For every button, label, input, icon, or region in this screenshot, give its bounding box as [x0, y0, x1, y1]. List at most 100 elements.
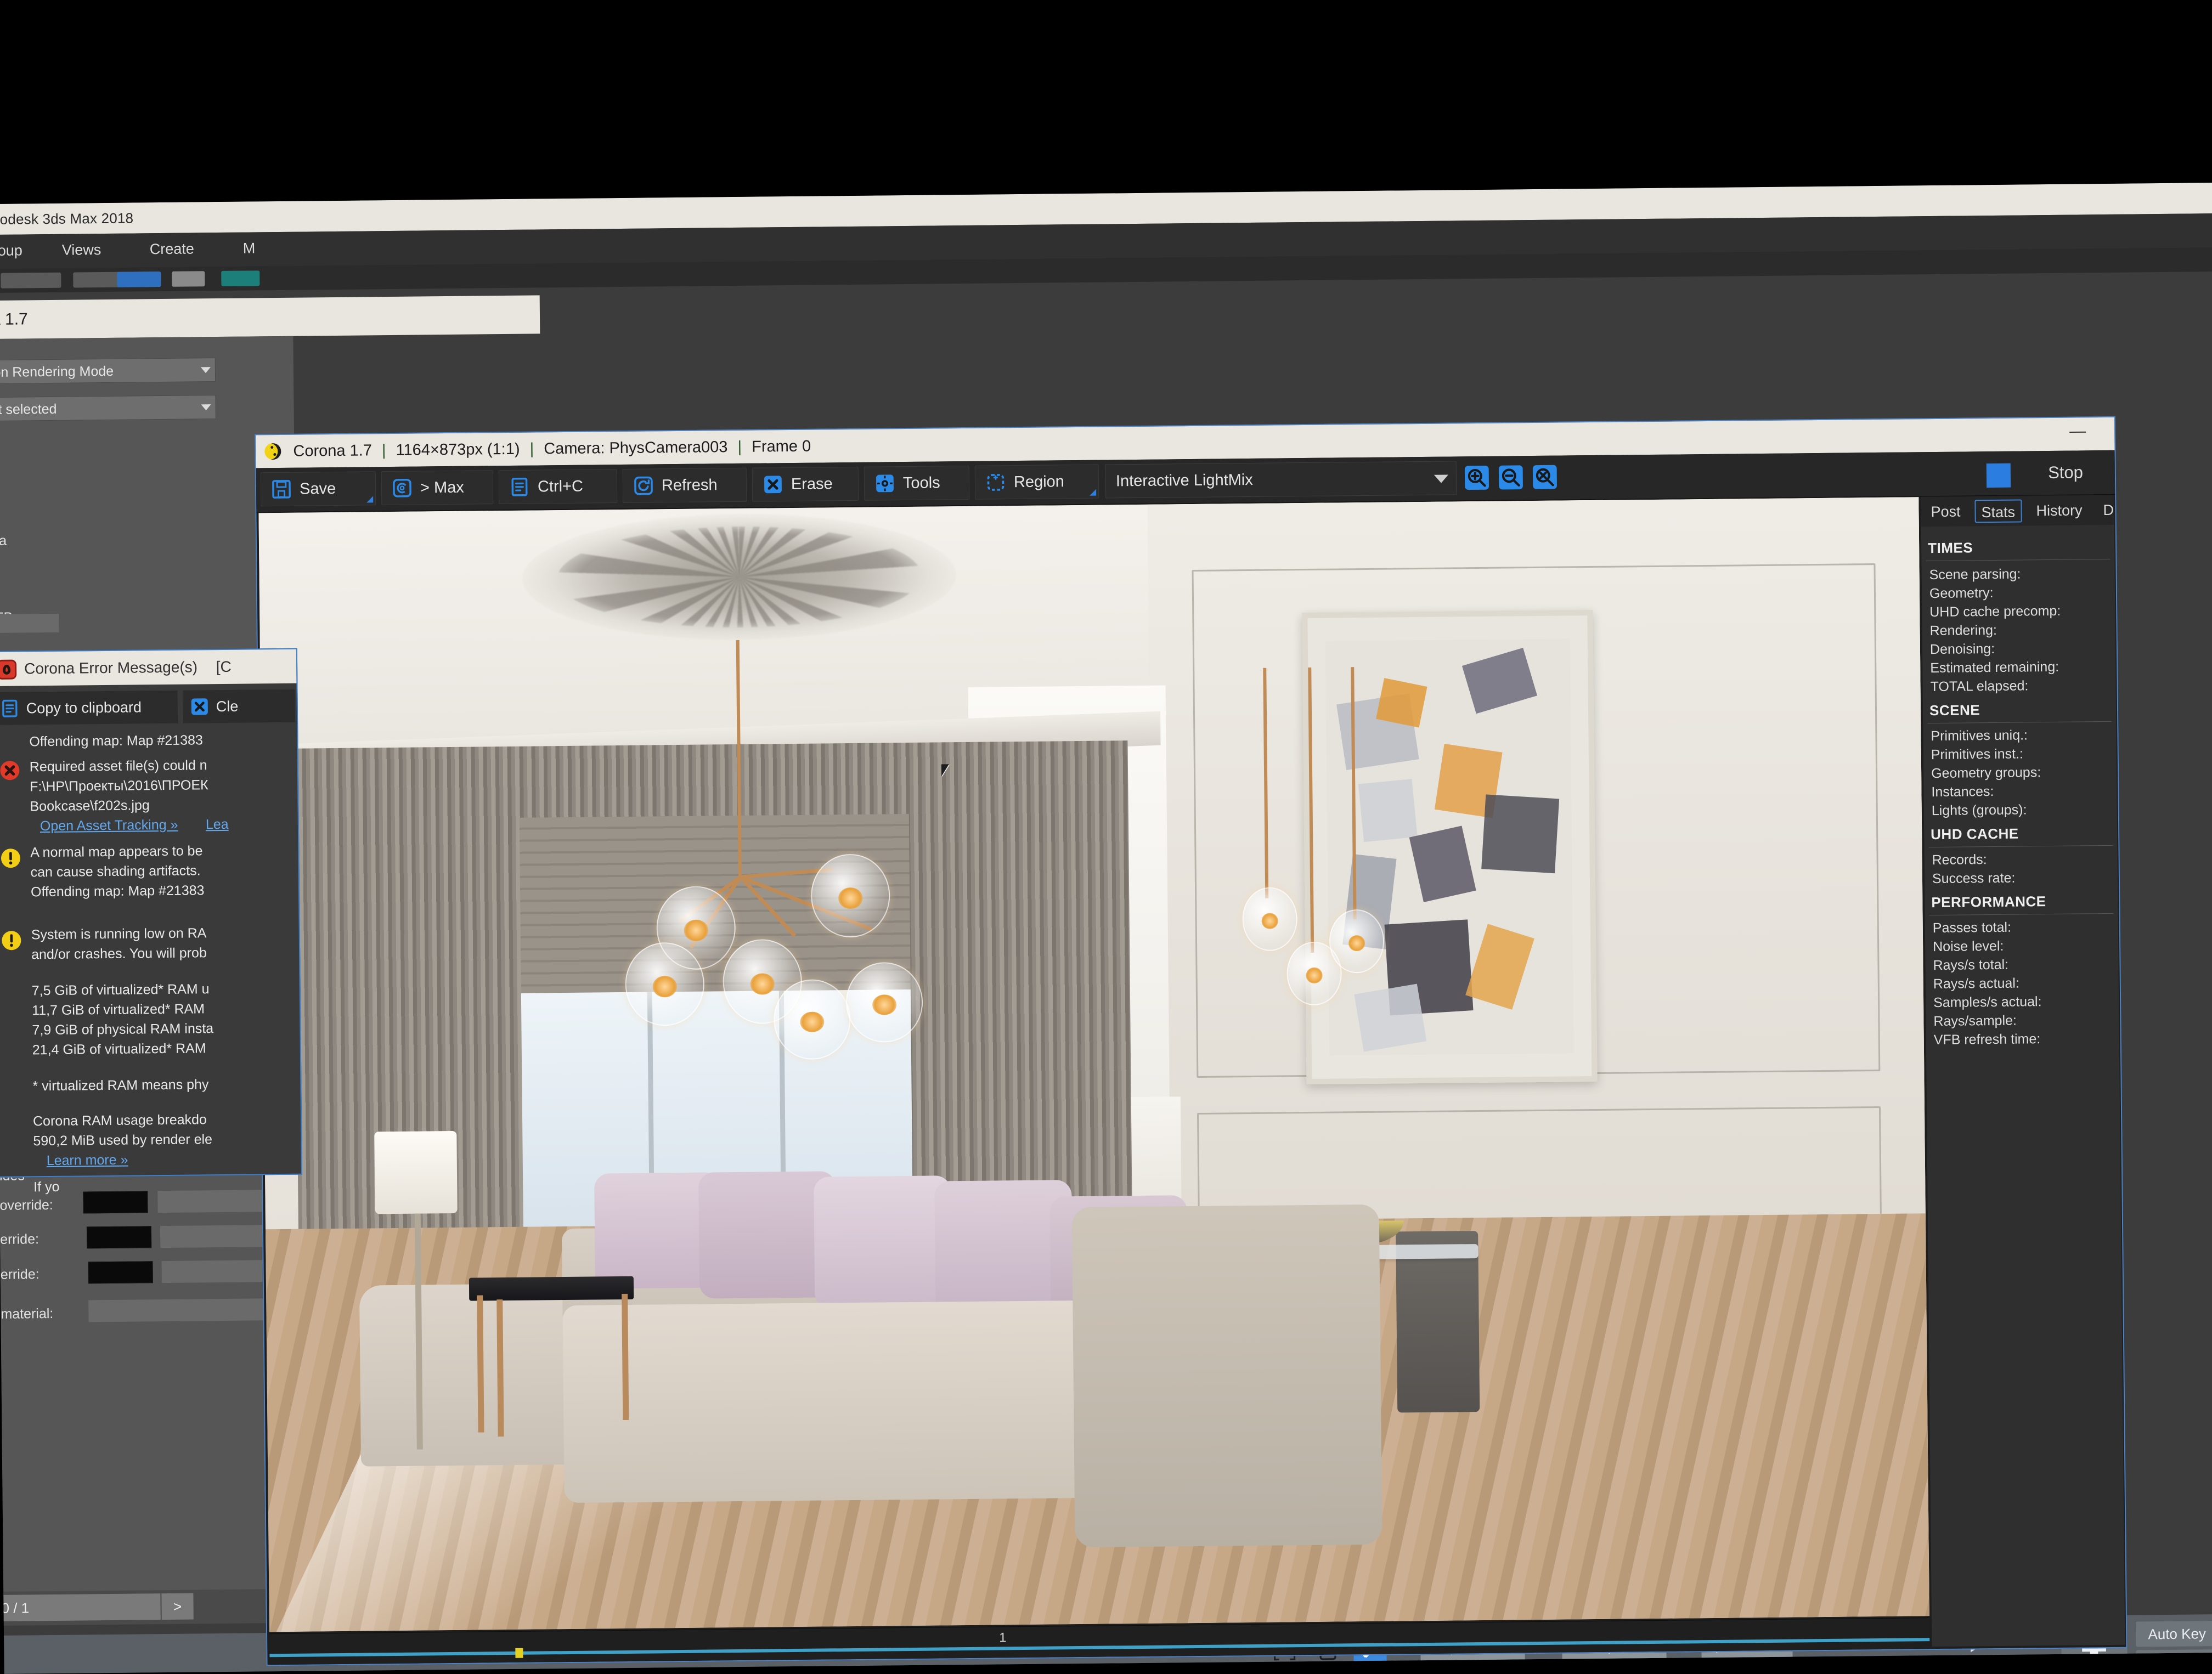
zoom-in-button[interactable] [1463, 464, 1491, 491]
tab-post[interactable]: Post [1925, 500, 1966, 523]
set-key-button[interactable]: Set Key [2136, 1649, 2212, 1674]
x-icon [191, 698, 208, 715]
floor-lamp-shade [374, 1130, 458, 1214]
error-msg-3-line-0: System is running low on RA [31, 925, 207, 943]
pendant-globe [1329, 909, 1385, 974]
stat-success-rate: Success rate: [1932, 870, 2016, 887]
stat-scene-parsing: Scene parsing: [1929, 566, 2021, 583]
vfb-resolution: 1164×873px (1:1) [396, 440, 520, 459]
open-asset-tracking-link[interactable]: Open Asset Tracking » [40, 817, 178, 834]
dropdown-triangle-icon[interactable] [366, 496, 374, 503]
stats-tab-bar[interactable]: Post Stats History D [1921, 495, 2114, 527]
lightmix-select[interactable]: Interactive LightMix [1105, 461, 1457, 499]
copy-to-clipboard-button[interactable]: Ctrl+C [498, 469, 618, 505]
clear-messages-button[interactable]: Cle [182, 688, 296, 724]
render-image-canvas[interactable] [258, 497, 1929, 1632]
minimize-button[interactable]: — [2069, 422, 2088, 442]
chandelier-globe [773, 979, 851, 1060]
toolbar-chip-3[interactable] [117, 272, 161, 287]
tools-button[interactable]: Tools [864, 465, 970, 501]
region-icon [987, 474, 1005, 491]
corona-vfb-window: Corona 1.7 | 1164×873px (1:1) | Camera: … [255, 416, 2128, 1666]
stop-indicator[interactable] [1986, 463, 2011, 488]
menu-create[interactable]: Create [150, 240, 194, 258]
error-dialog-titlebar[interactable]: Corona Error Message(s) [C [0, 649, 297, 687]
error-msg-1-line-1: F:\HP\Проекты\2016\ПРОЕК [30, 777, 208, 795]
key-mode-toggle-icon[interactable] [1886, 1661, 1908, 1674]
error-dialog-title-suffix: [C [216, 658, 232, 676]
chevron-down-icon [200, 367, 211, 374]
corona-swirl-icon [393, 478, 411, 497]
divider [1928, 845, 2113, 848]
override-row-2-swatch[interactable] [88, 1261, 153, 1284]
learn-more-link-1[interactable]: Lea [206, 817, 229, 833]
error-msg-2-line-1: can cause shading artifacts. [30, 863, 201, 880]
stat-rays-total: Rays/s total: [1933, 957, 2009, 974]
ram-line-2: 7,9 GiB of physical RAM insta [32, 1021, 214, 1038]
ram-line-1: 11,7 GiB of virtualized* RAM [31, 1001, 205, 1019]
zoom-reset-button[interactable] [1531, 463, 1559, 491]
stat-rendering: Rendering: [1929, 622, 1997, 639]
tab-stats[interactable]: Stats [1974, 499, 2022, 523]
override-row-1-swatch[interactable] [86, 1226, 152, 1249]
stop-label[interactable]: Stop [2048, 462, 2083, 483]
zoom-out-icon [1498, 465, 1523, 490]
corona-error-dialog: Corona Error Message(s) [C Copy to clipb… [0, 648, 303, 1195]
menu-modifiers[interactable]: M [243, 240, 256, 257]
learn-more-link-2[interactable]: Learn more » [47, 1152, 128, 1169]
render-target-combo[interactable]: et selected [0, 395, 216, 422]
dropdown-triangle-icon[interactable] [1090, 489, 1097, 496]
auto-key-button[interactable]: Auto Key [2135, 1621, 2212, 1647]
strip-widget-1[interactable] [0, 613, 59, 633]
save-button[interactable]: Save [260, 471, 376, 507]
tools-label: Tools [902, 473, 940, 492]
photo-of-monitor: todesk 3ds Max 2018 roup Views Create M … [0, 0, 2212, 1674]
menu-views[interactable]: Views [62, 241, 101, 259]
override-row-1-label: erride: [0, 1231, 40, 1247]
refresh-label: Refresh [661, 476, 718, 494]
section-times-heading: TIMES [1928, 539, 1973, 557]
toolbar-chip-4[interactable] [172, 271, 205, 287]
region-button[interactable]: Region [974, 464, 1099, 500]
send-to-max-button[interactable]: > Max [381, 470, 494, 506]
stat-lights-groups: Lights (groups): [1931, 802, 2027, 819]
warning-circle-icon [2, 931, 21, 951]
time-configuration-icon[interactable] [2029, 1658, 2051, 1674]
menu-group[interactable]: roup [0, 242, 22, 259]
error-msg-2-line-0: A normal map appears to be [30, 843, 203, 861]
stat-geometry-groups: Geometry groups: [1931, 765, 2041, 782]
error-msg-1-line-0: Required asset file(s) could n [29, 757, 207, 775]
vfb-page-indicator: 1 [999, 1630, 1007, 1645]
toolbar-chip-5[interactable] [221, 270, 260, 286]
render-setup-titlebar: a 1.7 [0, 295, 540, 340]
ram-line-0: 7,5 GiB of virtualized* RAM u [31, 981, 210, 999]
copy-to-clipboard-label: Copy to clipboard [26, 698, 142, 716]
stat-estimated-remaining: Estimated remaining: [1930, 659, 2059, 676]
lightmix-select-value: Interactive LightMix [1115, 471, 1253, 490]
stat-primitives-uniq: Primitives uniq.: [1931, 727, 2028, 744]
ram-render-elements: 590,2 MiB used by render ele [33, 1132, 213, 1149]
selection-next-button[interactable]: > [161, 1593, 194, 1620]
refresh-button[interactable]: Refresh [622, 467, 747, 503]
selection-count-field[interactable]: 0 / 1 [0, 1593, 161, 1622]
error-dialog-title: Corona Error Message(s) [24, 658, 198, 677]
rendering-mode-combo[interactable]: ion Rendering Mode [0, 358, 216, 384]
override-row-0-swatch[interactable] [83, 1191, 148, 1214]
side-table-top [469, 1276, 634, 1301]
side-table-leg [622, 1293, 629, 1421]
add-time-tag-label[interactable]: Add Time Tag [1802, 1666, 1889, 1674]
zoom-out-button[interactable] [1497, 463, 1525, 491]
gear-icon [876, 474, 894, 493]
toolbar-chip-1[interactable] [1, 272, 61, 289]
current-frame-field[interactable]: 0 [1918, 1659, 2002, 1674]
error-msg-0-line-0: Offending map: Map #21383 [29, 732, 203, 750]
stat-instances: Instances: [1931, 783, 1994, 800]
override-row-3-label: material: [1, 1305, 54, 1322]
error-msg-1-line-2: Bookcase\f202s.jpg [30, 798, 150, 815]
tab-history[interactable]: History [2030, 499, 2087, 522]
region-label: Region [1013, 472, 1065, 491]
copy-to-clipboard-button[interactable]: Copy to clipboard [0, 689, 179, 726]
erase-button[interactable]: Erase [752, 466, 859, 502]
scrubber-handle[interactable] [515, 1648, 523, 1658]
tab-more[interactable]: D [2097, 499, 2119, 522]
